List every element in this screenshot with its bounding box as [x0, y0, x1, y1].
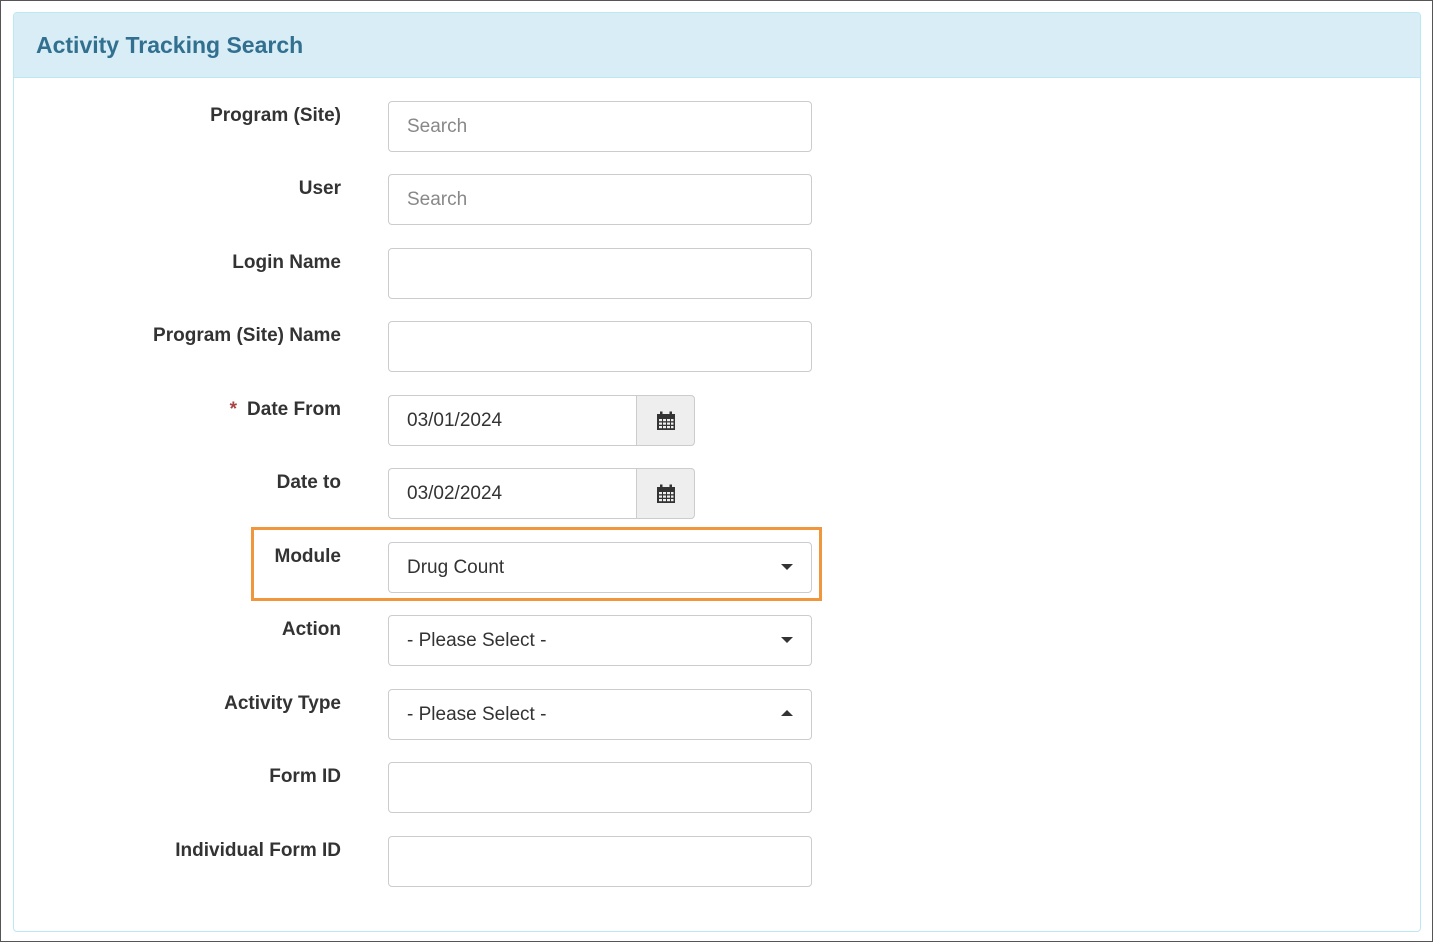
date-to-calendar-button[interactable] — [636, 468, 695, 519]
activity-tracking-panel: Activity Tracking Search Program (Site) … — [13, 12, 1421, 932]
row-module: Module Drug Count — [14, 542, 1420, 594]
program-site-name-label: Program (Site) Name — [153, 325, 341, 346]
date-from-group — [388, 395, 695, 446]
calendar-icon — [656, 411, 675, 430]
program-site-name-input[interactable] — [388, 321, 812, 372]
required-asterisk: * — [229, 399, 238, 420]
login-name-input[interactable] — [388, 248, 812, 299]
date-from-label-wrap: * Date From — [230, 399, 341, 421]
module-selected-value: Drug Count — [407, 557, 505, 578]
row-user: User — [14, 174, 1420, 226]
action-select[interactable]: - Please Select - — [388, 615, 812, 666]
login-name-label: Login Name — [232, 252, 341, 273]
activity-type-selected-value: - Please Select - — [407, 704, 547, 725]
row-activity-type: Activity Type - Please Select - — [14, 689, 1420, 741]
row-program-site: Program (Site) — [14, 101, 1420, 153]
module-select[interactable]: Drug Count — [388, 542, 812, 593]
user-label: User — [298, 178, 341, 199]
action-label: Action — [281, 619, 341, 640]
program-site-search-input[interactable] — [388, 101, 812, 152]
date-from-label: Date From — [247, 399, 341, 420]
date-from-calendar-button[interactable] — [636, 395, 695, 446]
individual-form-id-label: Individual Form ID — [175, 840, 341, 861]
row-form-id: Form ID — [14, 762, 1420, 814]
date-to-input[interactable] — [388, 468, 637, 519]
row-action: Action - Please Select - — [14, 615, 1420, 667]
date-from-input[interactable] — [388, 395, 637, 446]
activity-type-select[interactable]: - Please Select - — [388, 689, 812, 740]
panel-heading: Activity Tracking Search — [14, 13, 1420, 78]
individual-form-id-input[interactable] — [388, 836, 812, 887]
row-date-to: Date to — [14, 468, 1420, 520]
form-id-label: Form ID — [269, 766, 341, 787]
row-program-site-name: Program (Site) Name — [14, 321, 1420, 373]
user-search-input[interactable] — [388, 174, 812, 225]
row-individual-form-id: Individual Form ID — [14, 836, 1420, 888]
page-title: Activity Tracking Search — [36, 32, 304, 58]
chevron-down-icon — [781, 564, 793, 570]
chevron-up-icon — [781, 710, 793, 716]
program-site-label: Program (Site) — [210, 105, 341, 126]
date-to-group — [388, 468, 695, 519]
activity-type-label: Activity Type — [224, 693, 341, 714]
calendar-icon — [656, 484, 675, 503]
action-selected-value: - Please Select - — [407, 630, 547, 651]
chevron-down-icon — [781, 637, 793, 643]
row-login-name: Login Name — [14, 248, 1420, 300]
row-date-from: * Date From — [14, 395, 1420, 447]
module-label: Module — [274, 546, 342, 567]
date-to-label: Date to — [276, 472, 341, 493]
form-id-input[interactable] — [388, 762, 812, 813]
